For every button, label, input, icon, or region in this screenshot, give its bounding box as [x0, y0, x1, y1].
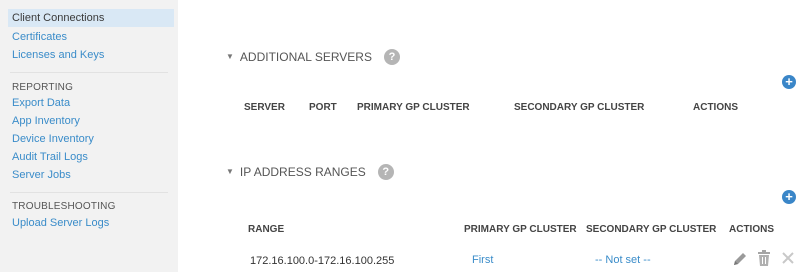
sidebar: Client Connections Certificates Licenses… — [0, 0, 178, 272]
column-header-secondary-gp-cluster: SECONDARY GP CLUSTER — [514, 102, 645, 113]
collapse-triangle-icon[interactable]: ▼ — [226, 163, 234, 181]
sidebar-item-certificates[interactable]: Certificates — [12, 29, 67, 45]
ip-address-ranges-header[interactable]: ▼ IP ADDRESS RANGES ? — [226, 163, 394, 181]
column-header-port: PORT — [309, 102, 337, 113]
column-header-actions: ACTIONS — [729, 224, 774, 235]
column-header-secondary-gp-cluster: SECONDARY GP CLUSTER — [586, 224, 717, 235]
sidebar-item-export-data[interactable]: Export Data — [12, 95, 70, 111]
sidebar-item-app-inventory[interactable]: App Inventory — [12, 113, 80, 129]
pencil-icon[interactable] — [732, 251, 748, 270]
column-header-primary-gp-cluster: PRIMARY GP CLUSTER — [464, 224, 577, 235]
sidebar-item-client-connections[interactable]: Client Connections — [8, 9, 174, 27]
column-header-actions: ACTIONS — [693, 102, 738, 113]
ip-address-ranges-title: IP ADDRESS RANGES — [239, 165, 366, 179]
sidebar-item-device-inventory[interactable]: Device Inventory — [12, 131, 94, 147]
additional-servers-header[interactable]: ▼ ADDITIONAL SERVERS ? — [226, 48, 400, 66]
sidebar-item-upload-server-logs[interactable]: Upload Server Logs — [12, 215, 109, 231]
section-heading-troubleshooting: TROUBLESHOOTING — [12, 201, 116, 212]
help-icon[interactable]: ? — [377, 164, 394, 180]
sidebar-item-audit-trail-logs[interactable]: Audit Trail Logs — [12, 149, 88, 165]
range-cell: 172.16.100.0-172.16.100.255 — [250, 255, 395, 267]
collapse-triangle-icon[interactable]: ▼ — [226, 48, 234, 66]
sidebar-item-label: Client Connections — [12, 12, 105, 24]
add-server-button[interactable]: + — [782, 75, 796, 89]
divider — [10, 72, 168, 73]
help-icon[interactable]: ? — [383, 49, 400, 65]
column-header-primary-gp-cluster: PRIMARY GP CLUSTER — [357, 102, 470, 113]
sidebar-item-licenses-and-keys[interactable]: Licenses and Keys — [12, 47, 104, 63]
section-heading-reporting: REPORTING — [12, 82, 74, 93]
sidebar-item-server-jobs[interactable]: Server Jobs — [12, 167, 71, 183]
add-ip-range-button[interactable]: + — [782, 190, 796, 204]
x-icon[interactable] — [781, 251, 795, 268]
divider — [10, 192, 168, 193]
trash-icon[interactable] — [757, 250, 771, 270]
primary-cluster-link[interactable]: First — [472, 252, 493, 268]
additional-servers-title: ADDITIONAL SERVERS — [239, 50, 372, 64]
secondary-cluster-value[interactable]: -- Not set -- — [595, 252, 651, 268]
column-header-range: RANGE — [248, 224, 285, 235]
column-header-server: SERVER — [244, 102, 285, 113]
